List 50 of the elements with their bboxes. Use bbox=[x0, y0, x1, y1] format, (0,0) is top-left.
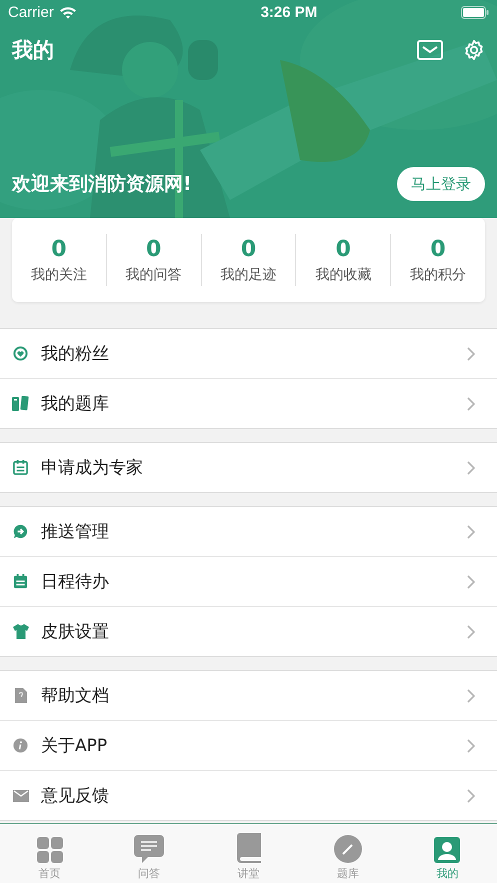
stat-label: 我的问答 bbox=[126, 266, 182, 284]
menu-item[interactable]: 申请成为专家 bbox=[0, 443, 497, 492]
login-button[interactable]: 马上登录 bbox=[397, 167, 485, 201]
chevron-icon bbox=[467, 524, 475, 538]
page-title: 我的 bbox=[12, 37, 54, 64]
mail-icon[interactable] bbox=[417, 40, 443, 60]
stat-value: 0 bbox=[146, 236, 162, 262]
pencil-icon bbox=[334, 835, 362, 863]
chevron-icon bbox=[467, 346, 475, 360]
stat-label: 我的关注 bbox=[30, 266, 87, 284]
books-icon bbox=[12, 396, 29, 411]
stat-value: 0 bbox=[51, 236, 67, 262]
menu-item[interactable]: 皮肤设置 bbox=[0, 606, 497, 656]
chevron-icon bbox=[467, 574, 475, 588]
arrow-bubble-icon bbox=[13, 524, 28, 539]
calendar-icon bbox=[13, 460, 28, 475]
chevron-icon bbox=[467, 788, 475, 802]
menu-item[interactable]: 我的题库 bbox=[0, 378, 497, 428]
menu-item[interactable]: 意见反馈 bbox=[0, 770, 497, 820]
menu-item[interactable]: 我的粉丝 bbox=[0, 329, 497, 378]
stat-value: 0 bbox=[430, 236, 446, 262]
menu-item[interactable]: 帮助文档 bbox=[0, 671, 497, 720]
mail-icon bbox=[12, 790, 28, 802]
stat-label: 我的足迹 bbox=[220, 266, 276, 284]
shirt-icon bbox=[12, 624, 28, 639]
chevron-icon bbox=[467, 624, 475, 638]
chevron-icon bbox=[467, 396, 475, 410]
grid-icon bbox=[36, 837, 63, 863]
stat-label: 我的收藏 bbox=[315, 266, 372, 284]
chevron-icon bbox=[467, 738, 475, 752]
stat-value: 0 bbox=[336, 236, 351, 262]
menu-item[interactable]: 关于APP bbox=[0, 720, 497, 770]
stat-value: 0 bbox=[240, 236, 256, 262]
carrier-text: Carrier bbox=[8, 4, 54, 21]
info-icon bbox=[13, 738, 28, 753]
calendar-icon bbox=[13, 574, 28, 589]
person-icon bbox=[434, 837, 460, 863]
wifi-icon bbox=[58, 6, 77, 19]
stat-label: 我的积分 bbox=[410, 266, 466, 284]
welcome-text: 欢迎来到消防资源网! bbox=[12, 172, 192, 197]
menu-item[interactable]: 日程待办 bbox=[0, 556, 497, 606]
chat-icon bbox=[134, 835, 164, 863]
battery-icon bbox=[460, 6, 489, 19]
settings-icon[interactable] bbox=[463, 39, 485, 61]
chevron-icon bbox=[467, 688, 475, 702]
menu-item[interactable]: 推送管理 bbox=[0, 507, 497, 556]
status-time: 3:26 PM bbox=[260, 4, 318, 21]
book-icon bbox=[236, 833, 261, 863]
document-icon bbox=[14, 688, 26, 703]
chevron-icon bbox=[467, 460, 475, 474]
